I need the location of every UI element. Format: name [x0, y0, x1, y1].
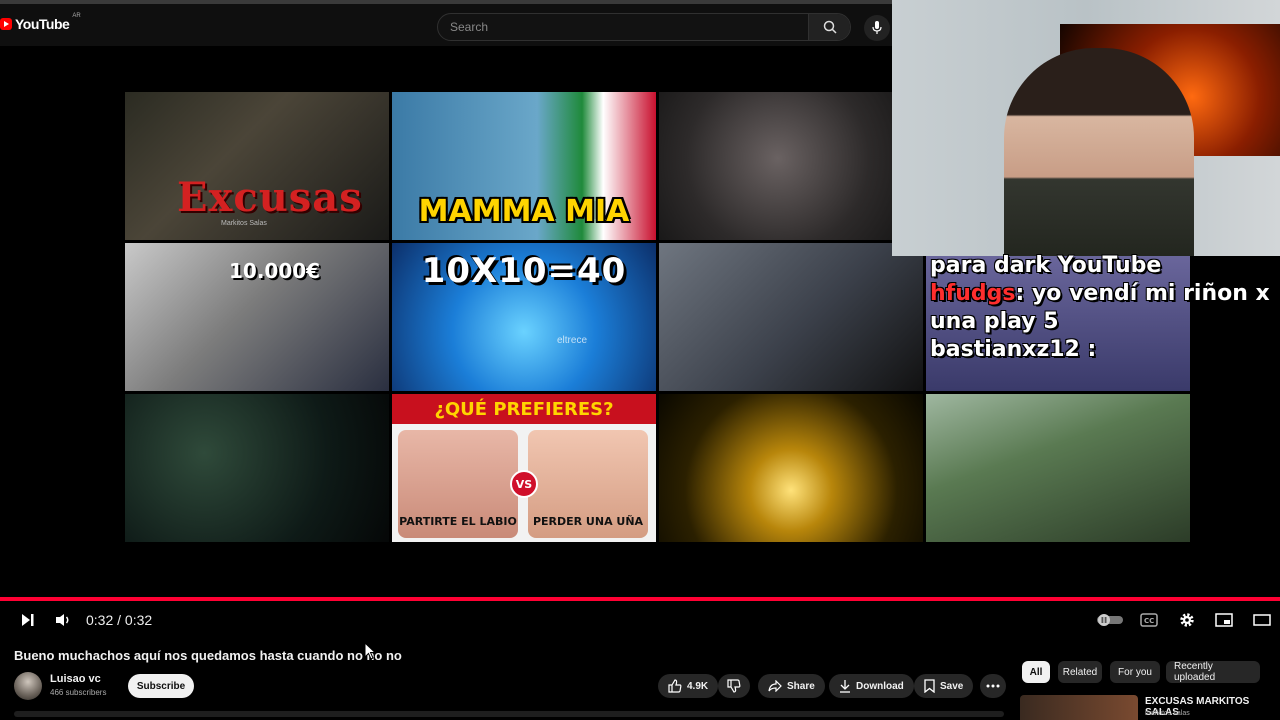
- download-label: Download: [856, 680, 904, 692]
- video-thumbnail[interactable]: [125, 394, 389, 542]
- volume-button[interactable]: [52, 609, 74, 631]
- option-left-label: PARTIRTE EL LABIO: [399, 515, 517, 528]
- theater-icon: [1253, 614, 1271, 626]
- video-thumbnail[interactable]: ¿QUÉ PREFIERES? PARTIRTE EL LABIO PERDER…: [392, 394, 656, 542]
- video-thumbnail[interactable]: Excusas Markitos Salas: [125, 92, 389, 240]
- channel-name[interactable]: Luisao vc: [50, 673, 101, 685]
- chat-text: para dark YouTube: [930, 253, 1162, 278]
- thumbnail-text: 10.000€: [229, 259, 321, 283]
- download-icon: [840, 680, 850, 693]
- thumbnail-text: MAMMA MIA: [418, 194, 630, 229]
- chat-overlay: para dark YouTube hfudgs: yo vendí mi ri…: [930, 252, 1280, 364]
- captions-icon: CC: [1140, 613, 1158, 627]
- autoplay-toggle[interactable]: [1096, 609, 1124, 631]
- top-bar: YouTube AR: [0, 0, 892, 46]
- option-right-label: PERDER UNA UÑA: [532, 515, 644, 528]
- related-video-thumbnail[interactable]: [1020, 695, 1138, 720]
- streamer-webcam: [892, 0, 1280, 256]
- thumbnail-subtext: Markitos Salas: [221, 220, 267, 227]
- video-title: Bueno muchachos aquí nos quedamos hasta …: [14, 648, 402, 663]
- option-left-image: PARTIRTE EL LABIO: [398, 430, 518, 538]
- play-pause-button[interactable]: [16, 609, 38, 631]
- mic-icon: [872, 21, 882, 34]
- share-label: Share: [787, 680, 815, 692]
- theater-mode-button[interactable]: [1251, 609, 1273, 631]
- miniplayer-icon: [1215, 613, 1233, 627]
- download-button[interactable]: Download: [829, 674, 914, 698]
- like-button[interactable]: 4.9K: [658, 674, 719, 698]
- autoplay-toggle-icon: [1097, 614, 1123, 626]
- logo-wordmark: YouTube: [15, 16, 70, 32]
- svg-text:CC: CC: [1144, 617, 1154, 625]
- thumbnail-text: Excusas: [177, 174, 363, 221]
- video-thumbnail[interactable]: 10.000€: [125, 243, 389, 391]
- chip-recently-uploaded[interactable]: Recently uploaded: [1166, 661, 1260, 683]
- youtube-logo[interactable]: YouTube AR: [0, 13, 81, 32]
- channel-avatar[interactable]: [14, 672, 42, 700]
- time-display: 0:32 / 0:32: [86, 612, 153, 628]
- player-controls: 0:32 / 0:32 CC: [0, 601, 1280, 639]
- chat-message: para dark YouTube: [930, 252, 1280, 280]
- streamer-figure: [1004, 48, 1194, 256]
- related-video-channel: markitos salas: [1145, 710, 1190, 717]
- video-thumbnail[interactable]: [926, 394, 1190, 542]
- like-count: 4.9K: [687, 680, 709, 692]
- save-icon: [924, 679, 935, 693]
- chat-text: :: [1079, 337, 1097, 362]
- share-icon: [768, 680, 782, 692]
- chat-username: hfudgs: [930, 281, 1016, 306]
- option-right-image: PERDER UNA UÑA: [528, 430, 648, 538]
- save-button[interactable]: Save: [914, 674, 974, 698]
- vs-badge: VS: [510, 470, 538, 498]
- video-thumbnail[interactable]: [659, 92, 923, 240]
- region-code: AR: [72, 13, 81, 19]
- play-pause-icon: [22, 614, 34, 626]
- more-actions-button[interactable]: [980, 674, 1006, 698]
- miniplayer-button[interactable]: [1213, 609, 1235, 631]
- video-thumbnail[interactable]: [659, 243, 923, 391]
- like-icon: [668, 679, 682, 693]
- video-thumbnail[interactable]: [659, 394, 923, 542]
- settings-button[interactable]: [1176, 609, 1198, 631]
- chat-username: bastianxz12: [930, 337, 1080, 362]
- video-thumbnail[interactable]: MAMMA MIA: [392, 92, 656, 240]
- channel-watermark: eltrece: [557, 335, 588, 346]
- search-input[interactable]: [438, 14, 810, 40]
- scroll-edge: [14, 711, 1004, 717]
- more-icon: [986, 684, 1000, 688]
- chip-all[interactable]: All: [1022, 661, 1050, 683]
- subscriber-count: 466 subscribers: [50, 688, 107, 697]
- share-button[interactable]: Share: [758, 674, 825, 698]
- dislike-icon: [727, 679, 741, 693]
- chip-for-you[interactable]: For you: [1110, 661, 1160, 683]
- chat-message: hfudgs: yo vendí mi riñon x una play 5: [930, 280, 1280, 336]
- dislike-button[interactable]: [718, 674, 750, 698]
- save-label: Save: [940, 680, 964, 692]
- chat-message: bastianxz12 :: [930, 336, 1280, 364]
- youtube-play-icon: [0, 18, 12, 30]
- search-icon: [823, 20, 837, 34]
- search-box: [437, 13, 851, 41]
- thumbnail-text: 10X10=40: [421, 251, 627, 291]
- captions-button[interactable]: CC: [1138, 609, 1160, 631]
- chip-related[interactable]: Related: [1058, 661, 1102, 683]
- search-button[interactable]: [808, 14, 850, 40]
- mouse-cursor-icon: [364, 642, 376, 660]
- subscribe-button[interactable]: Subscribe: [128, 674, 194, 698]
- volume-icon: [56, 614, 69, 626]
- video-thumbnail[interactable]: 10X10=40 eltrece: [392, 243, 656, 391]
- thumbnail-text: ¿QUÉ PREFIERES?: [392, 394, 656, 424]
- settings-icon: [1180, 613, 1194, 627]
- voice-search-button[interactable]: [864, 15, 890, 41]
